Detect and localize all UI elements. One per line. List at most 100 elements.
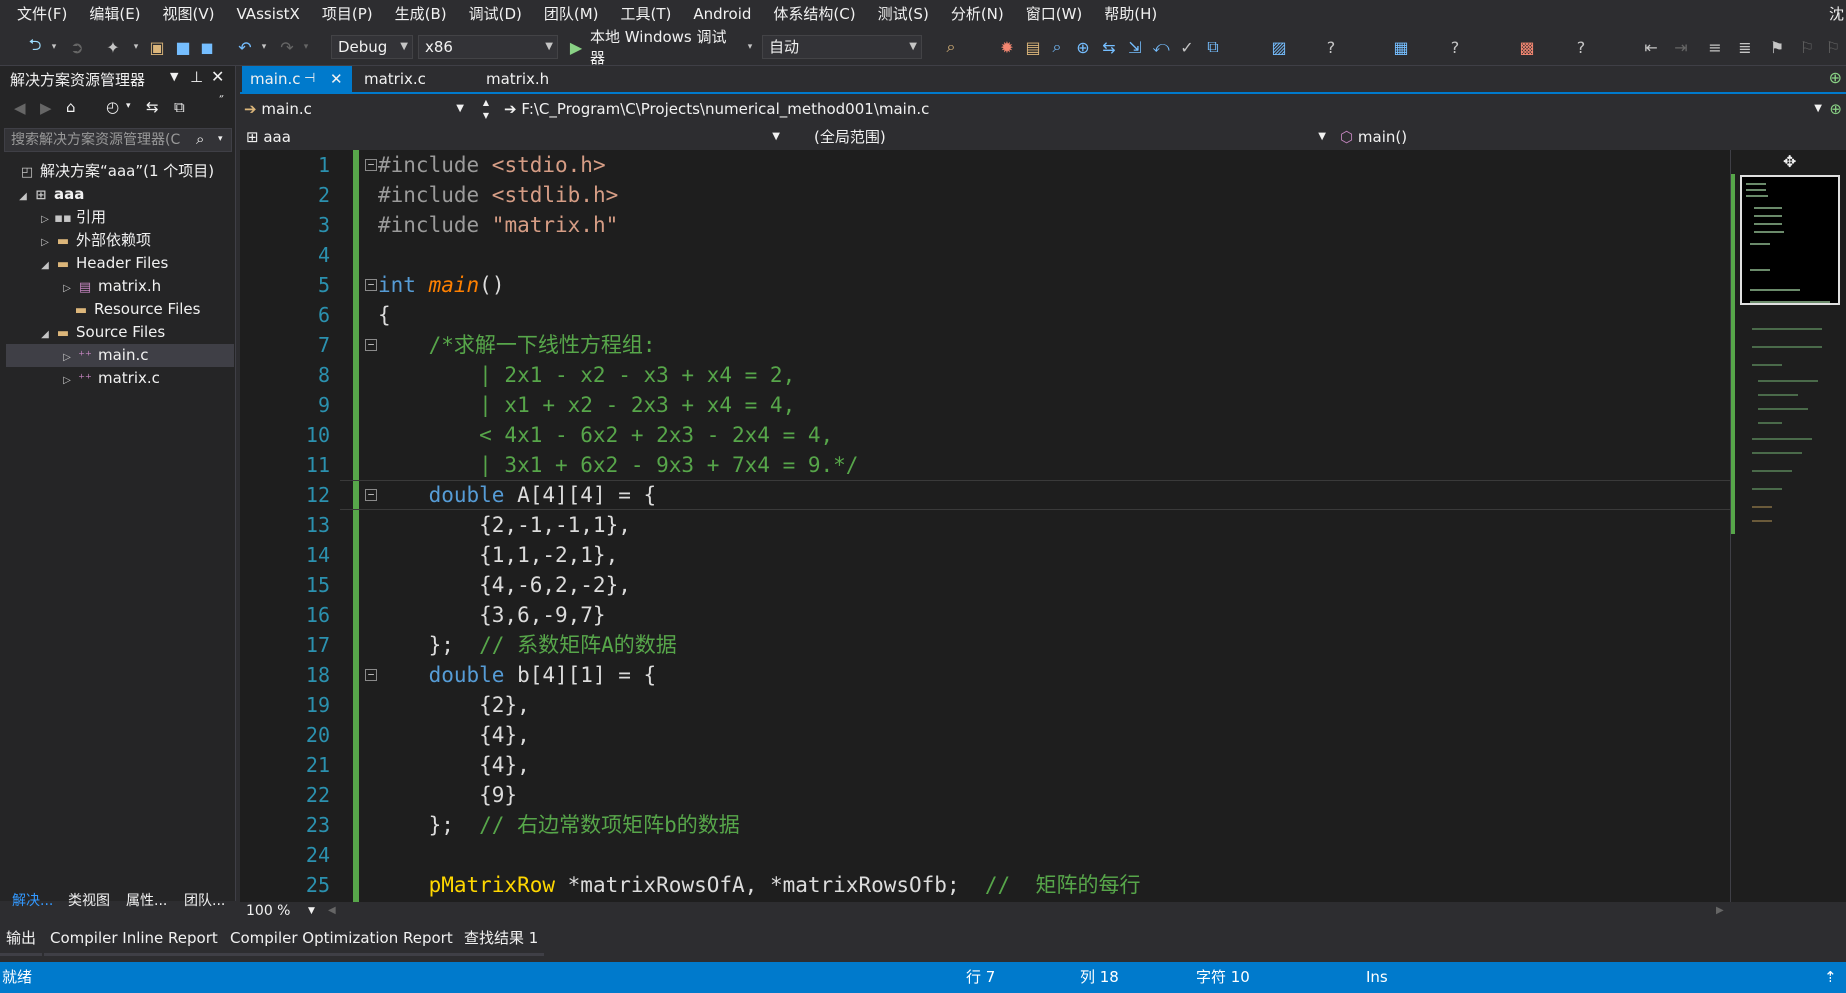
tree-item-main-c[interactable]: ▷ ⁺⁺ main.c — [6, 344, 234, 367]
expanded-icon[interactable]: ◢ — [36, 254, 54, 277]
undo-dropdown-icon[interactable]: ▾ — [258, 35, 270, 59]
step-icon[interactable]: ⇆ — [1098, 35, 1120, 59]
pin-icon[interactable]: ⊥ — [190, 68, 203, 86]
home-icon[interactable]: ⌂ — [66, 98, 76, 116]
collapse-all-icon[interactable]: ⧉ — [174, 98, 185, 116]
save-icon[interactable]: ■ — [172, 35, 194, 59]
close-icon[interactable]: ✕ — [330, 66, 343, 92]
pin-icon[interactable]: ⊣ — [304, 66, 315, 92]
tree-item-references[interactable]: ▷ ▪▪ 引用 — [36, 206, 106, 229]
expanded-icon[interactable]: ◢ — [14, 185, 32, 208]
redo-dropdown-icon[interactable]: ▾ — [300, 35, 312, 59]
collapse-icon[interactable]: − — [365, 279, 377, 291]
scroll-right-icon[interactable]: ▶ — [1716, 902, 1724, 920]
menu-vassistx[interactable]: VAssistX — [226, 0, 311, 28]
run-mode-select[interactable]: 自动 ▼ — [762, 35, 922, 59]
bookmark-icon[interactable]: ⚑ — [1766, 35, 1788, 59]
forward-icon[interactable]: ➲ — [66, 35, 88, 59]
tree-item-external-deps[interactable]: ▷ ▬ 外部依赖项 — [36, 229, 151, 252]
menu-build[interactable]: 生成(B) — [384, 0, 458, 28]
split-icon[interactable]: ✥ — [1783, 152, 1796, 171]
menu-test[interactable]: 测试(S) — [867, 0, 940, 28]
back-dropdown-icon[interactable]: ▾ — [48, 35, 60, 59]
collapse-icon[interactable]: − — [365, 669, 377, 681]
project-select[interactable]: ⊞ aaa ▼ — [240, 124, 786, 150]
forward-icon[interactable]: ▶ — [40, 99, 52, 117]
collapsed-icon[interactable]: ▷ — [36, 208, 54, 231]
tab-properties[interactable]: 属性... — [126, 888, 167, 914]
tab-output[interactable]: 输出 — [0, 926, 43, 956]
tree-item-source-files[interactable]: ◢ ▬ Source Files — [36, 321, 165, 344]
history-dropdown-icon[interactable]: ▾ — [126, 101, 131, 111]
help3-icon[interactable]: ? — [1570, 35, 1592, 59]
step-into-icon[interactable]: ⇲ — [1124, 35, 1146, 59]
folder-icon[interactable]: ▤ — [1022, 35, 1044, 59]
expanded-icon[interactable]: ◢ — [36, 323, 54, 346]
tab-class-view[interactable]: 类视图 — [68, 888, 110, 914]
new-dropdown-icon[interactable]: ▾ — [130, 35, 142, 59]
add-tab-icon[interactable]: ⊕ — [1829, 68, 1842, 87]
panel-dropdown-icon[interactable]: ▼ — [170, 70, 178, 83]
collapse-icon[interactable]: − — [365, 159, 377, 171]
config-select[interactable]: Debug ▼ — [331, 35, 413, 59]
refactor-icon[interactable]: ⧉ — [1202, 35, 1224, 59]
tree-item-matrix-c[interactable]: ▷ ⁺⁺ matrix.c — [58, 367, 160, 390]
tab-team[interactable]: 团队... — [184, 888, 225, 914]
menu-file[interactable]: 文件(F) — [6, 0, 78, 28]
ad-icon[interactable]: ▩ — [1516, 35, 1538, 59]
tree-item-project[interactable]: ◢ ⊞ aaa — [14, 183, 84, 206]
menu-android[interactable]: Android — [682, 0, 762, 28]
step-back-icon[interactable]: ⤺ — [1150, 35, 1172, 59]
play-icon[interactable]: ▶ — [566, 35, 586, 59]
menu-help[interactable]: 帮助(H) — [1093, 0, 1168, 28]
history-icon[interactable]: ◴ — [106, 98, 119, 116]
publish-icon[interactable]: ⇡ — [1824, 962, 1837, 993]
collapsed-icon[interactable]: ▷ — [58, 277, 76, 300]
new-project-icon[interactable]: ✦ — [102, 35, 124, 59]
help2-icon[interactable]: ? — [1444, 35, 1466, 59]
tree-item-resource-files[interactable]: ▬ Resource Files — [54, 298, 201, 321]
comment-icon[interactable]: ≡ — [1704, 35, 1726, 59]
spellcheck-icon[interactable]: ✓ — [1176, 35, 1198, 59]
tree-item-solution[interactable]: ◰ 解决方案“aaa”(1 个项目) — [18, 160, 214, 183]
tab-solution-explorer[interactable]: 解决... — [12, 888, 53, 914]
menu-project[interactable]: 项目(P) — [311, 0, 384, 28]
tab-main-c[interactable]: main.c ⊣ ✕ — [242, 66, 352, 92]
menu-tools[interactable]: 工具(T) — [610, 0, 683, 28]
search-dropdown-icon[interactable]: ▾ — [218, 134, 223, 144]
undo-icon[interactable]: ↶ — [234, 35, 256, 59]
tab-matrix-c[interactable]: matrix.c — [356, 66, 466, 92]
platform-select[interactable]: x86 ▼ — [418, 35, 558, 59]
tab-find-results[interactable]: 查找结果 1 — [458, 926, 545, 956]
member-select[interactable]: ⬡ main() — [1336, 124, 1846, 150]
tab-compiler-inline-report[interactable]: Compiler Inline Report — [44, 926, 224, 956]
bookmark-prev-icon[interactable]: ⚐ — [1796, 35, 1818, 59]
tab-matrix-h[interactable]: matrix.h — [478, 66, 588, 92]
bookmark-next-icon[interactable]: ⚐ — [1822, 35, 1844, 59]
status-insert-mode[interactable]: Ins — [1366, 962, 1388, 993]
image-icon[interactable]: ▨ — [1268, 35, 1290, 59]
tree-item-header-files[interactable]: ◢ ▬ Header Files — [36, 252, 168, 275]
user-name[interactable]: 沈 — [1829, 0, 1846, 28]
add-icon[interactable]: ⊕ — [1829, 96, 1842, 122]
more-icon[interactable]: ˝ — [218, 94, 224, 108]
indent-icon[interactable]: ⇤ — [1640, 35, 1662, 59]
menu-window[interactable]: 窗口(W) — [1015, 0, 1094, 28]
debugger-dropdown-icon[interactable]: ▾ — [744, 35, 756, 59]
scroll-left-icon[interactable]: ◀ — [328, 902, 336, 920]
zoom-select[interactable]: 100 % — [246, 902, 290, 920]
open-file-icon[interactable]: ▣ — [146, 35, 168, 59]
search-icon[interactable]: ⌕ — [196, 130, 204, 148]
save-all-icon[interactable]: ◼ — [196, 35, 218, 59]
zoom-dropdown-icon[interactable]: ▼ — [308, 902, 315, 920]
scrollbar-map-viewport[interactable] — [1740, 175, 1840, 305]
collapsed-icon[interactable]: ▷ — [58, 369, 76, 392]
redo-icon[interactable]: ↷ — [276, 35, 298, 59]
outdent-icon[interactable]: ⇥ — [1670, 35, 1692, 59]
collapsed-icon[interactable]: ▷ — [36, 231, 54, 254]
tree-item-matrix-h[interactable]: ▷ ▤ matrix.h — [58, 275, 161, 298]
search-icon[interactable]: ⌕ — [1046, 35, 1068, 59]
menu-debug[interactable]: 调试(D) — [458, 0, 533, 28]
file-select[interactable]: ➔ main.c ▼ — [240, 96, 470, 122]
code-editor[interactable]: 1 2 3 4 5 6 7 8 9 10 11 12 13 14 15 16 1… — [240, 150, 1730, 902]
